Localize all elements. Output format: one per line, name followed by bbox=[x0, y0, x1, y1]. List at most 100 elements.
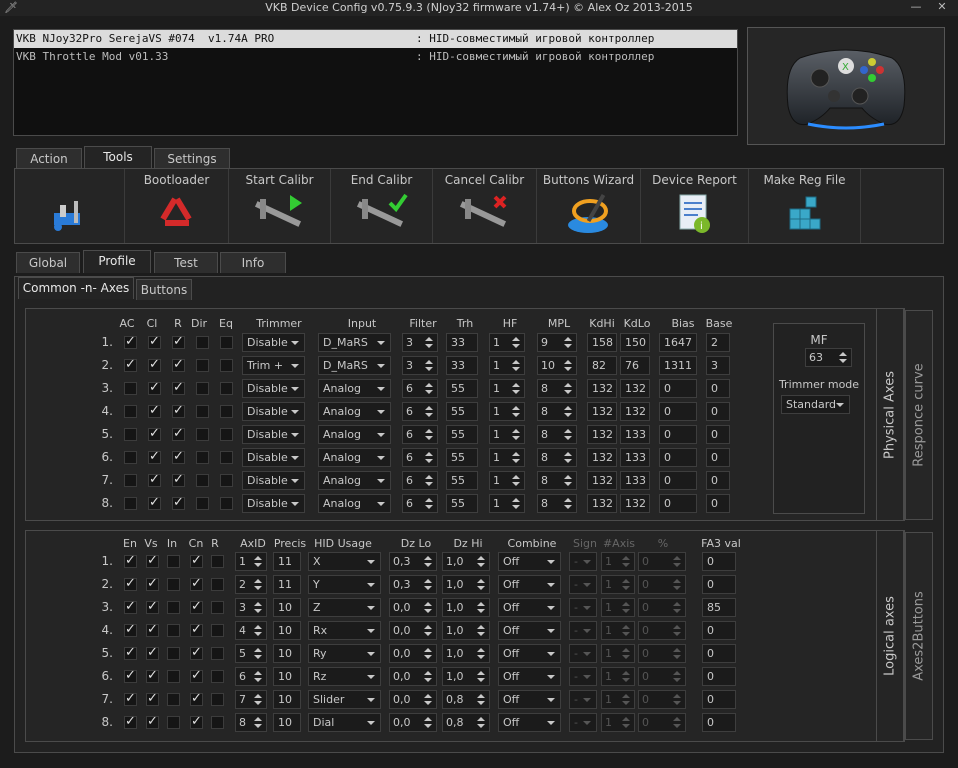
trh-field[interactable]: 55 bbox=[446, 471, 478, 490]
kdlo-field[interactable]: 132 bbox=[620, 379, 650, 398]
bias-field[interactable]: 0 bbox=[659, 448, 697, 467]
dz-lo-spinner[interactable]: 0,0 bbox=[389, 644, 437, 663]
checkbox-dir[interactable] bbox=[196, 336, 209, 349]
checkbox-in[interactable] bbox=[167, 670, 180, 683]
base-field[interactable]: 0 bbox=[706, 494, 730, 513]
filter-spinner[interactable]: 6 bbox=[402, 471, 438, 490]
trimmer-dropdown[interactable]: Disable bbox=[242, 333, 305, 352]
hid-usage-dropdown[interactable]: Slider bbox=[308, 690, 381, 709]
kdhi-field[interactable]: 158 bbox=[587, 333, 617, 352]
dz-lo-spinner[interactable]: 0,3 bbox=[389, 552, 437, 571]
filter-spinner[interactable]: 3 bbox=[402, 356, 438, 375]
checkbox-dir[interactable] bbox=[196, 359, 209, 372]
checkbox-en[interactable] bbox=[124, 668, 137, 683]
checkbox-eq[interactable] bbox=[220, 497, 233, 510]
axid-spinner[interactable]: 1 bbox=[235, 552, 267, 571]
kdhi-field[interactable]: 132 bbox=[587, 471, 617, 490]
checkbox-ac[interactable] bbox=[124, 451, 137, 464]
bias-field[interactable]: 0 bbox=[659, 471, 697, 490]
checkbox-ac[interactable] bbox=[124, 357, 137, 372]
checkbox-cl[interactable] bbox=[148, 426, 161, 441]
checkbox-cn[interactable] bbox=[190, 668, 203, 683]
mpl-spinner[interactable]: 8 bbox=[537, 402, 577, 421]
combine-dropdown[interactable]: Off bbox=[498, 667, 561, 686]
base-field[interactable]: 0 bbox=[706, 402, 730, 421]
checkbox-in[interactable] bbox=[167, 647, 180, 660]
checkbox-vs[interactable] bbox=[146, 714, 159, 729]
checkbox-cn[interactable] bbox=[190, 599, 203, 614]
trh-field[interactable]: 55 bbox=[446, 379, 478, 398]
device-list[interactable]: VKB NJoy32Pro SerejaVS #074 v1.74A PRO: … bbox=[13, 29, 738, 136]
tool-button[interactable]: Cancel Calibr bbox=[433, 169, 537, 243]
base-field[interactable]: 0 bbox=[706, 379, 730, 398]
checkbox-in[interactable] bbox=[167, 601, 180, 614]
checkbox-cl[interactable] bbox=[148, 380, 161, 395]
dz-hi-spinner[interactable]: 1,0 bbox=[442, 552, 490, 571]
bias-field[interactable]: 0 bbox=[659, 494, 697, 513]
checkbox-in[interactable] bbox=[167, 624, 180, 637]
combine-dropdown[interactable]: Off bbox=[498, 575, 561, 594]
input-dropdown[interactable]: D_MaRS bbox=[318, 356, 391, 375]
checkbox-r[interactable] bbox=[211, 555, 224, 568]
axid-spinner[interactable]: 6 bbox=[235, 667, 267, 686]
dz-hi-spinner[interactable]: 1,0 bbox=[442, 621, 490, 640]
tab-action[interactable]: Action bbox=[16, 148, 82, 169]
tool-button[interactable]: Make Reg File bbox=[749, 169, 861, 243]
checkbox-en[interactable] bbox=[124, 599, 137, 614]
fa3-field[interactable]: 0 bbox=[702, 552, 736, 571]
tab-info[interactable]: Info bbox=[220, 252, 286, 273]
axid-spinner[interactable]: 7 bbox=[235, 690, 267, 709]
precis-field[interactable]: 10 bbox=[273, 667, 301, 686]
checkbox-cl[interactable] bbox=[148, 472, 161, 487]
checkbox-in[interactable] bbox=[167, 555, 180, 568]
kdlo-field[interactable]: 150 bbox=[620, 333, 650, 352]
checkbox-vs[interactable] bbox=[146, 691, 159, 706]
checkbox-in[interactable] bbox=[167, 578, 180, 591]
dz-hi-spinner[interactable]: 1,0 bbox=[442, 644, 490, 663]
side-tab-logical-axes[interactable]: Logical axes bbox=[876, 530, 904, 742]
checkbox-ac[interactable] bbox=[124, 497, 137, 510]
checkbox-r[interactable] bbox=[211, 601, 224, 614]
checkbox-en[interactable] bbox=[124, 576, 137, 591]
trh-field[interactable]: 55 bbox=[446, 448, 478, 467]
dz-lo-spinner[interactable]: 0,0 bbox=[389, 690, 437, 709]
checkbox-cl[interactable] bbox=[148, 357, 161, 372]
side-tab-physical-axes[interactable]: Physical Axes bbox=[876, 308, 904, 521]
close-icon[interactable]: ✕ bbox=[930, 0, 954, 15]
side-tab-response-curve[interactable]: Responce curve bbox=[905, 310, 933, 520]
fa3-field[interactable]: 0 bbox=[702, 644, 736, 663]
input-dropdown[interactable]: Analog bbox=[318, 425, 391, 444]
checkbox-dir[interactable] bbox=[196, 428, 209, 441]
combine-dropdown[interactable]: Off bbox=[498, 690, 561, 709]
checkbox-eq[interactable] bbox=[220, 428, 233, 441]
hid-usage-dropdown[interactable]: X bbox=[308, 552, 381, 571]
bias-field[interactable]: 1311 bbox=[659, 356, 697, 375]
checkbox-r[interactable] bbox=[172, 426, 185, 441]
checkbox-dir[interactable] bbox=[196, 497, 209, 510]
checkbox-r[interactable] bbox=[172, 357, 185, 372]
bias-field[interactable]: 0 bbox=[659, 379, 697, 398]
hf-spinner[interactable]: 1 bbox=[489, 425, 525, 444]
checkbox-cl[interactable] bbox=[148, 449, 161, 464]
tab-common-axes[interactable]: Common -n- Axes bbox=[18, 277, 134, 299]
hf-spinner[interactable]: 1 bbox=[489, 448, 525, 467]
precis-field[interactable]: 10 bbox=[273, 621, 301, 640]
mpl-spinner[interactable]: 8 bbox=[537, 379, 577, 398]
kdlo-field[interactable]: 133 bbox=[620, 425, 650, 444]
checkbox-eq[interactable] bbox=[220, 359, 233, 372]
precis-field[interactable]: 10 bbox=[273, 598, 301, 617]
checkbox-r[interactable] bbox=[172, 495, 185, 510]
side-tab-axes2buttons[interactable]: Axes2Buttons bbox=[905, 532, 933, 740]
trh-field[interactable]: 33 bbox=[446, 356, 478, 375]
input-dropdown[interactable]: D_MaRS bbox=[318, 333, 391, 352]
checkbox-en[interactable] bbox=[124, 553, 137, 568]
precis-field[interactable]: 10 bbox=[273, 713, 301, 732]
checkbox-r[interactable] bbox=[172, 403, 185, 418]
checkbox-cl[interactable] bbox=[148, 403, 161, 418]
hf-spinner[interactable]: 1 bbox=[489, 402, 525, 421]
filter-spinner[interactable]: 3 bbox=[402, 333, 438, 352]
input-dropdown[interactable]: Analog bbox=[318, 379, 391, 398]
checkbox-r[interactable] bbox=[172, 380, 185, 395]
checkbox-vs[interactable] bbox=[146, 553, 159, 568]
filter-spinner[interactable]: 6 bbox=[402, 448, 438, 467]
